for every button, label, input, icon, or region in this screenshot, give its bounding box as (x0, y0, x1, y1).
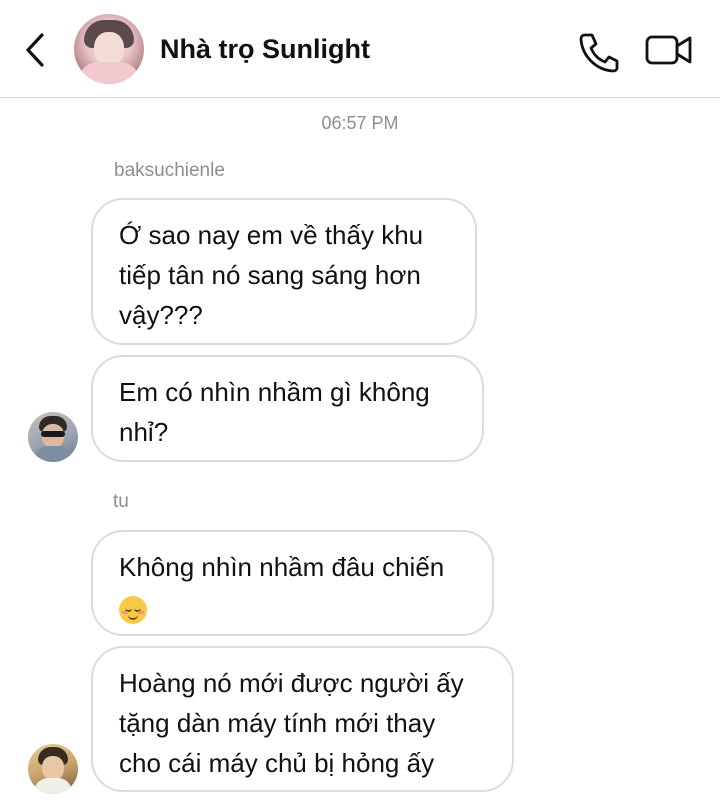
sender-name: tu (113, 491, 129, 512)
message-bubble[interactable]: Em có nhìn nhầm gì không nhỉ? (91, 355, 484, 462)
message-bubble[interactable]: Ớ sao nay em về thấy khu tiếp tân nó san… (91, 198, 477, 345)
message-line: vậy??? (119, 300, 203, 330)
chat-title[interactable]: Nhà trọ Sunlight (160, 34, 370, 65)
sender-avatar[interactable] (28, 744, 78, 794)
sender-avatar[interactable] (28, 412, 78, 462)
phone-icon[interactable] (576, 30, 620, 74)
sender-name: baksuchienle (114, 160, 225, 181)
video-camera-icon[interactable] (644, 32, 694, 68)
relieved-face-emoji (119, 596, 147, 625)
message-line: Hoàng nó mới được người ấy (119, 668, 464, 698)
message-line: tiếp tân nó sang sáng hơn (119, 260, 421, 290)
chat-header: Nhà trọ Sunlight (0, 0, 720, 98)
message-line: Em có nhìn nhầm gì không (119, 377, 430, 407)
emoji-line (119, 587, 466, 627)
chevron-left-icon[interactable] (22, 30, 52, 70)
message-line: Không nhìn nhầm đâu chiến (119, 552, 445, 582)
message-line: cho cái máy chủ bị hỏng ấy (119, 748, 435, 778)
message-line: nhỉ? (119, 417, 169, 447)
message-line: tặng dàn máy tính mới thay (119, 708, 436, 738)
message-bubble[interactable]: Hoàng nó mới được người ấy tặng dàn máy … (91, 646, 514, 792)
message-line: Ớ sao nay em về thấy khu (119, 220, 424, 250)
message-bubble[interactable]: Không nhìn nhầm đâu chiến (91, 530, 494, 636)
message-timestamp: 06:57 PM (321, 113, 399, 133)
group-avatar[interactable] (74, 14, 144, 84)
